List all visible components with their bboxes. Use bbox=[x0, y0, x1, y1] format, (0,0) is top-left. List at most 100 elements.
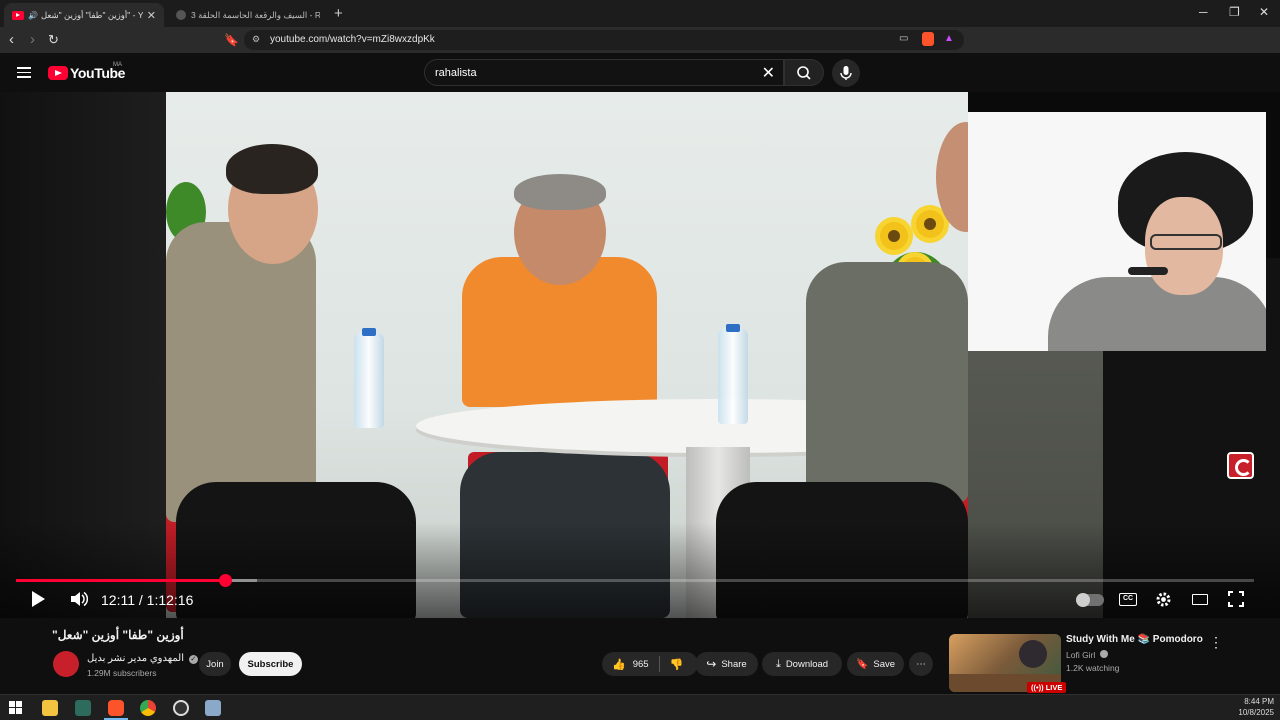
autoplay-pause-icon bbox=[1076, 593, 1090, 607]
save-button[interactable]: 🔖 Save bbox=[847, 652, 904, 676]
join-button[interactable]: Join bbox=[199, 652, 231, 676]
video-player[interactable] bbox=[0, 92, 1280, 618]
youtube-logo-icon[interactable] bbox=[48, 66, 68, 80]
video-title: أوزين "طفا" أوزين "شعل" bbox=[52, 628, 184, 642]
like-dislike-group: 👍 965 👎 bbox=[602, 652, 698, 676]
settings-gear-icon[interactable] bbox=[1155, 591, 1172, 608]
save-icon: 🔖 bbox=[855, 658, 869, 670]
live-badge: ((•)) LIVE bbox=[1027, 682, 1067, 693]
tab-favicon-icon bbox=[176, 10, 186, 20]
download-button[interactable]: ⤓ Download bbox=[762, 652, 842, 676]
bottle-cap bbox=[362, 328, 376, 336]
sunflower bbox=[880, 222, 908, 250]
lofi-girl-figure bbox=[1019, 640, 1047, 668]
forward-icon[interactable]: › bbox=[30, 31, 35, 48]
search-button[interactable] bbox=[784, 59, 824, 86]
brave-rewards-icon[interactable]: ▲ bbox=[944, 33, 954, 44]
speaker-icon[interactable]: 🔊 bbox=[28, 11, 38, 20]
browser-tab-youtube[interactable]: 🔊 أوزين "طفا" أوزين "شعل" - YouTube ✕ bbox=[4, 3, 164, 27]
live-label: LIVE bbox=[1045, 683, 1063, 692]
new-tab-button[interactable]: + bbox=[334, 5, 343, 22]
app-window-icon[interactable] bbox=[205, 700, 221, 716]
thumbs-down-icon[interactable]: 👎 bbox=[670, 658, 684, 671]
hamburger-menu-icon[interactable] bbox=[17, 67, 31, 78]
captions-icon[interactable]: CC bbox=[1119, 593, 1137, 606]
thumbs-up-icon: 👍 bbox=[612, 658, 626, 671]
tab-close-icon[interactable]: ✕ bbox=[143, 9, 156, 22]
site-info-icon[interactable]: ⚙ bbox=[252, 34, 260, 45]
water-bottle bbox=[718, 328, 748, 424]
recommendation-channel[interactable]: Lofi Girl bbox=[1066, 650, 1108, 660]
like-button[interactable]: 👍 965 bbox=[612, 658, 649, 671]
browser-toolbar: ‹ › ↻ 🔖 ⚙ youtube.com/watch?v=mZi8wxzdpK… bbox=[0, 27, 1280, 53]
browser-tab-reaction[interactable]: السيف والرقعة الحاسمة الحلقة 3 - Reactio… bbox=[168, 3, 328, 27]
webcam-person-body bbox=[1048, 277, 1266, 351]
more-horizontal-icon: ⋯ bbox=[916, 658, 926, 670]
download-label: Download bbox=[785, 658, 829, 670]
bookmark-icon[interactable]: 🔖 bbox=[224, 33, 239, 47]
search-icon bbox=[797, 66, 811, 80]
autoplay-toggle[interactable] bbox=[1076, 593, 1104, 607]
recommendation-channel-text: Lofi Girl bbox=[1066, 650, 1096, 660]
recommendation-title[interactable]: Study With Me 📚 Pomodoro bbox=[1066, 634, 1203, 645]
verified-icon bbox=[1099, 650, 1108, 658]
scrubber-handle[interactable] bbox=[218, 574, 232, 587]
recommendation-menu-icon[interactable]: ⋮ bbox=[1209, 634, 1223, 651]
progress-bar[interactable] bbox=[16, 579, 1254, 582]
window-close-icon[interactable]: ✕ bbox=[1259, 5, 1269, 19]
play-icon[interactable] bbox=[32, 591, 45, 607]
channel-watermark-icon[interactable] bbox=[1227, 452, 1254, 479]
chrome-icon[interactable] bbox=[140, 700, 156, 716]
time-display: 12:11 / 1:12:16 bbox=[101, 592, 194, 608]
tab-title: أوزين "طفا" أوزين "شعل" - YouTube bbox=[40, 9, 143, 20]
address-bar[interactable]: ⚙ youtube.com/watch?v=mZi8wxzdpKk ▭ ▲ bbox=[244, 30, 964, 50]
windows-taskbar: 8:44 PM 10/8/2025 bbox=[0, 694, 1280, 720]
country-code: MA bbox=[113, 62, 122, 68]
brave-shields-icon[interactable] bbox=[922, 32, 934, 46]
person-center-hair bbox=[514, 174, 606, 210]
more-actions-button[interactable]: ⋯ bbox=[909, 652, 933, 676]
divider bbox=[658, 656, 660, 672]
channel-name[interactable]: المهدوي مدير نشر بديل ✓ bbox=[87, 653, 198, 664]
channel-avatar[interactable] bbox=[53, 651, 79, 677]
browser-tab-strip: 🔊 أوزين "طفا" أوزين "شعل" - YouTube ✕ ال… bbox=[0, 0, 1280, 27]
search-query: rahalista bbox=[435, 67, 477, 79]
clear-search-icon[interactable]: ✕ bbox=[762, 63, 775, 83]
back-icon[interactable]: ‹ bbox=[9, 31, 14, 48]
obs-icon[interactable] bbox=[173, 700, 189, 716]
app-icon[interactable] bbox=[75, 700, 91, 716]
voice-search-button[interactable] bbox=[832, 59, 860, 87]
verified-icon: ✓ bbox=[188, 655, 198, 664]
person-left-hair bbox=[226, 144, 318, 194]
clock-time: 8:44 PM bbox=[1244, 697, 1274, 706]
brave-browser-icon[interactable] bbox=[108, 700, 124, 716]
reload-icon[interactable]: ↻ bbox=[48, 32, 59, 48]
save-label: Save bbox=[873, 658, 896, 670]
headset-microphone bbox=[1128, 267, 1168, 275]
clock-date: 10/8/2025 bbox=[1238, 708, 1274, 717]
restore-icon[interactable]: ❐ bbox=[1229, 5, 1240, 19]
url-text: youtube.com/watch?v=mZi8wxzdpKk bbox=[270, 34, 435, 45]
share-label: Share bbox=[721, 658, 747, 670]
person-left-body bbox=[166, 222, 316, 522]
fullscreen-icon[interactable] bbox=[1228, 591, 1244, 607]
share-button[interactable]: ↪ Share bbox=[695, 652, 758, 676]
channel-name-text: المهدوي مدير نشر بديل bbox=[87, 653, 184, 664]
theater-mode-icon[interactable] bbox=[1192, 594, 1208, 605]
windows-start-icon[interactable] bbox=[9, 701, 22, 714]
like-count: 965 bbox=[632, 658, 649, 670]
minimize-icon[interactable]: ─ bbox=[1199, 5, 1208, 19]
download-icon: ⤓ bbox=[775, 657, 781, 670]
live-icon: ((•)) bbox=[1031, 683, 1046, 692]
subscriber-count: 1.29M subscribers bbox=[87, 668, 157, 678]
subscribe-button[interactable]: Subscribe bbox=[239, 652, 302, 676]
youtube-favicon-icon bbox=[12, 10, 24, 20]
cast-icon[interactable]: ▭ bbox=[899, 33, 908, 44]
youtube-header: YouTube MA rahalista ✕ bbox=[0, 53, 1280, 92]
volume-icon[interactable] bbox=[70, 591, 88, 607]
search-input[interactable]: rahalista ✕ bbox=[424, 59, 784, 86]
person-right-body bbox=[806, 262, 968, 502]
webcam-overlay bbox=[968, 112, 1266, 351]
file-explorer-icon[interactable] bbox=[42, 700, 58, 716]
system-clock[interactable]: 8:44 PM 10/8/2025 bbox=[1238, 696, 1274, 718]
